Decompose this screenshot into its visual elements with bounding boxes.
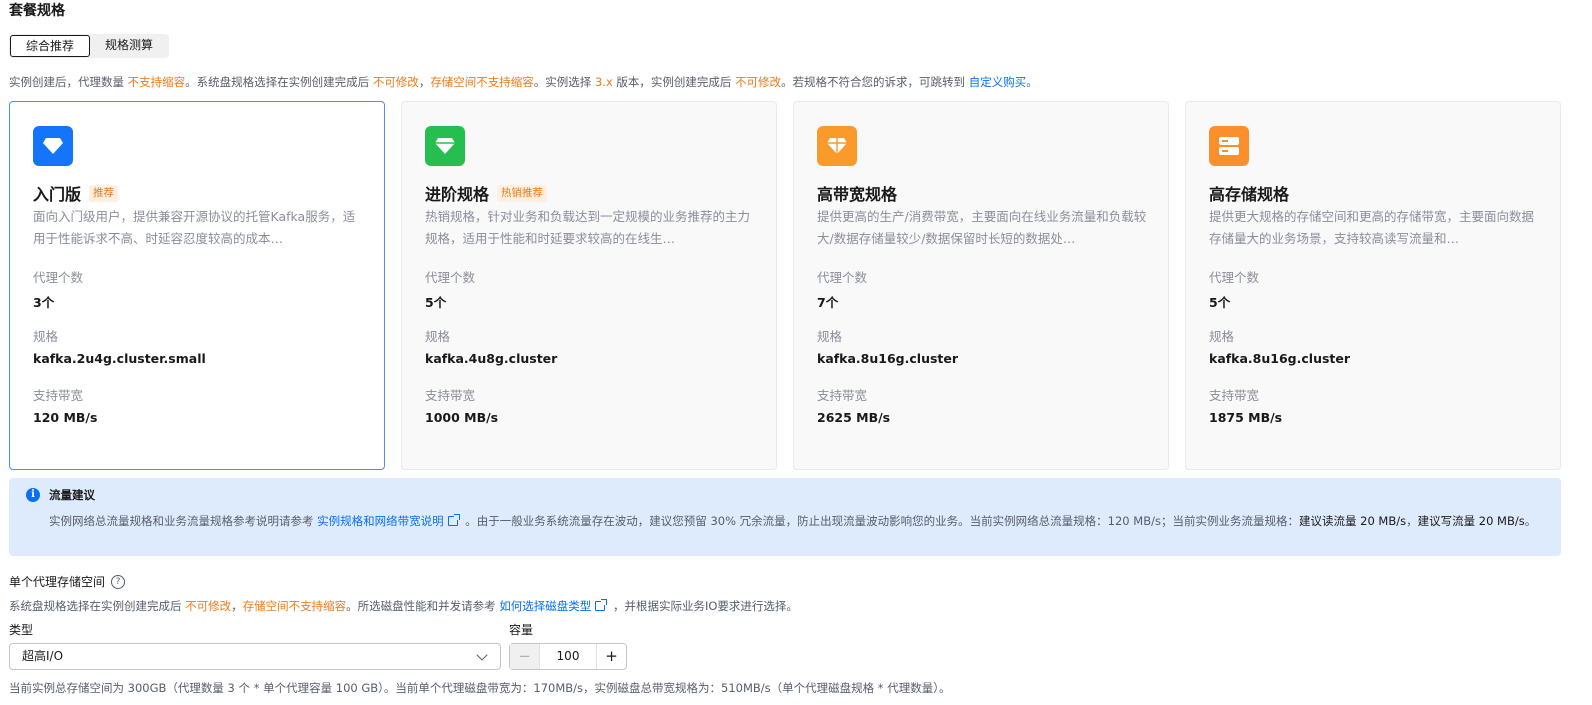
tab-spec-calc[interactable]: 规格测算 bbox=[90, 35, 168, 57]
storage-summary: 当前实例总存储空间为 300GB（代理数量 3 个 * 单个代理容量 100 G… bbox=[9, 681, 951, 695]
brokers-value: 3个 bbox=[33, 295, 55, 310]
storage-note: 系统盘规格选择在实例创建完成后 不可修改，存储空间不支持缩容。所选磁盘性能和并发… bbox=[9, 599, 798, 613]
card-name: 进阶规格 bbox=[425, 185, 490, 204]
card-desc: 提供更大规格的存储空间和更高的存储带宽，主要面向数据存储量大的业务场景，支持较高… bbox=[1209, 209, 1535, 246]
card-name: 高带宽规格 bbox=[817, 185, 898, 204]
bandwidth-label: 支持带宽 bbox=[1209, 388, 1260, 403]
info-icon: i bbox=[26, 488, 40, 502]
diamond-icon bbox=[33, 126, 73, 166]
mode-tabs: 综合推荐 规格测算 bbox=[9, 34, 170, 58]
help-icon[interactable]: ? bbox=[111, 574, 126, 589]
bandwidth-value: 2625 MB/s bbox=[817, 410, 891, 425]
spec-value: kafka.8u16g.cluster bbox=[817, 351, 959, 366]
card-desc: 面向入门级用户，提供兼容开源协议的托管Kafka服务，适用于性能诉求不高、时延容… bbox=[33, 209, 356, 246]
traffic-advice-alert: i 流量建议 实例网络总流量规格和业务流量规格参考说明请参考 实例规格和网络带宽… bbox=[9, 478, 1561, 556]
disk-type-select[interactable]: 超高I/O bbox=[9, 643, 501, 670]
spec-bandwidth-doc-link[interactable]: 实例规格和网络带宽说明 bbox=[317, 514, 444, 528]
brokers-label: 代理个数 bbox=[33, 270, 84, 285]
spec-value: kafka.8u16g.cluster bbox=[1209, 351, 1351, 366]
brokers-label: 代理个数 bbox=[425, 270, 476, 285]
spec-value: kafka.4u8g.cluster bbox=[425, 351, 558, 366]
bandwidth-label: 支持带宽 bbox=[425, 388, 476, 403]
bandwidth-value: 120 MB/s bbox=[33, 410, 98, 425]
spec-card-high-storage[interactable]: 高存储规格 提供更大规格的存储空间和更高的存储带宽，主要面向数据存储量大的业务场… bbox=[1185, 101, 1561, 470]
spec-label: 规格 bbox=[33, 329, 59, 344]
brokers-value: 5个 bbox=[425, 295, 447, 310]
bandwidth-value: 1875 MB/s bbox=[1209, 410, 1283, 425]
alert-body: 实例网络总流量规格和业务流量规格参考说明请参考 实例规格和网络带宽说明 。由于一… bbox=[49, 514, 1537, 528]
broker-storage-label: 单个代理存储空间 ? bbox=[9, 573, 126, 590]
brokers-value: 5个 bbox=[1209, 295, 1231, 310]
spec-value: kafka.2u4g.cluster.small bbox=[33, 351, 206, 366]
spec-label: 规格 bbox=[817, 329, 843, 344]
custom-purchase-link[interactable]: 自定义购买 bbox=[969, 75, 1027, 89]
card-name: 入门版 bbox=[33, 185, 82, 204]
crystal-icon bbox=[817, 126, 857, 166]
spec-card-high-bandwidth[interactable]: 高带宽规格 提供更高的生产/消费带宽，主要面向在线业务流量和负载较大/数据存储量… bbox=[793, 101, 1169, 470]
card-desc: 提供更高的生产/消费带宽，主要面向在线业务流量和负载较大/数据存储量较少/数据保… bbox=[817, 209, 1147, 246]
spec-card-advanced[interactable]: 进阶规格 热销推荐 热销规格，针对业务和负载达到一定规模的业务推荐的主力规格，适… bbox=[401, 101, 777, 470]
alert-title: 流量建议 bbox=[49, 488, 95, 502]
brokers-value: 7个 bbox=[817, 295, 839, 310]
external-link-icon[interactable] bbox=[595, 599, 608, 611]
decrement-button[interactable]: − bbox=[510, 644, 540, 669]
spec-label: 规格 bbox=[425, 329, 451, 344]
increment-button[interactable]: + bbox=[596, 644, 626, 669]
bandwidth-label: 支持带宽 bbox=[817, 388, 868, 403]
capacity-stepper: − 100 + bbox=[509, 643, 627, 670]
external-link-icon[interactable] bbox=[447, 514, 460, 526]
card-badge: 热销推荐 bbox=[497, 184, 548, 202]
gem-icon bbox=[425, 126, 465, 166]
capacity-label: 容量 bbox=[509, 623, 534, 637]
spec-cards: 入门版 推荐 面向入门级用户，提供兼容开源协议的托管Kafka服务，适用于性能诉… bbox=[9, 101, 1585, 470]
section-title: 套餐规格 bbox=[9, 3, 65, 19]
disk-type-doc-link[interactable]: 如何选择磁盘类型 bbox=[499, 599, 591, 613]
card-badge: 推荐 bbox=[89, 184, 119, 202]
capacity-input[interactable]: 100 bbox=[540, 644, 596, 669]
brokers-label: 代理个数 bbox=[817, 270, 868, 285]
tab-recommended[interactable]: 综合推荐 bbox=[10, 35, 91, 57]
bandwidth-value: 1000 MB/s bbox=[425, 410, 499, 425]
card-name: 高存储规格 bbox=[1209, 185, 1290, 204]
spec-card-entry[interactable]: 入门版 推荐 面向入门级用户，提供兼容开源协议的托管Kafka服务，适用于性能诉… bbox=[9, 101, 385, 470]
chevron-down-icon bbox=[476, 649, 488, 661]
storage-icon bbox=[1209, 126, 1249, 166]
purchase-notice: 实例创建后，代理数量 不支持缩容。系统盘规格选择在实例创建完成后 不可修改，存储… bbox=[9, 75, 1038, 89]
spec-label: 规格 bbox=[1209, 329, 1235, 344]
disk-type-value: 超高I/O bbox=[22, 649, 64, 663]
bandwidth-label: 支持带宽 bbox=[33, 388, 84, 403]
disk-type-label: 类型 bbox=[9, 623, 34, 637]
brokers-label: 代理个数 bbox=[1209, 270, 1260, 285]
card-desc: 热销规格，针对业务和负载达到一定规模的业务推荐的主力规格，适用于性能和时延要求较… bbox=[425, 209, 751, 246]
